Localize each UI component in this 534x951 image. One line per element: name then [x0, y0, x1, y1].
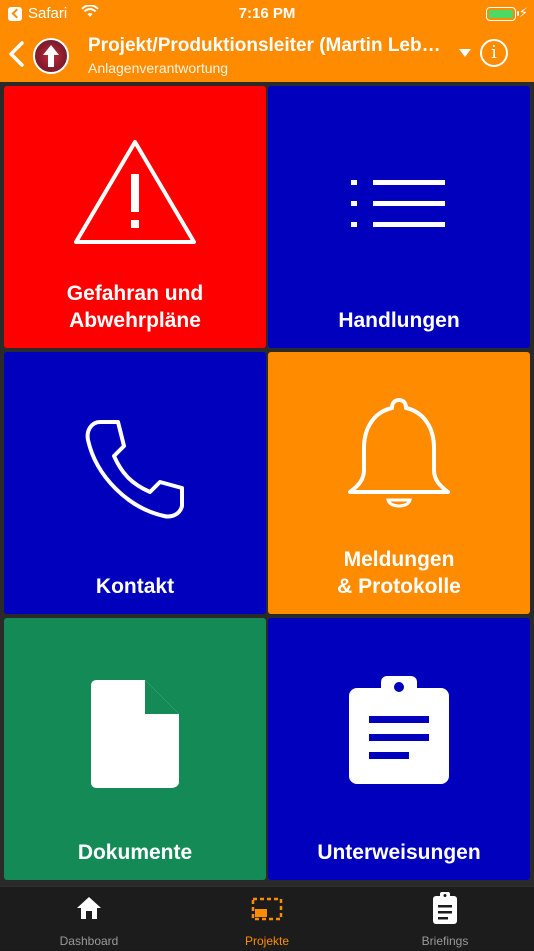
app-logo [33, 38, 69, 74]
tab-bar: Dashboard Projekte Briefings [0, 886, 534, 950]
tile-gefahren[interactable]: Gefahran und Abwehrpläne [4, 86, 266, 348]
status-bar: Safari 7:16 PM ⚡ [0, 0, 534, 28]
clipboard-icon [356, 892, 534, 925]
tile-label: Dokumente [77, 841, 193, 864]
chevron-left-icon [9, 41, 24, 67]
tile-label: Unterweisungen [317, 841, 481, 864]
home-icon [0, 895, 178, 925]
arrow-up-logo-icon [43, 45, 59, 67]
tile-label: Handlungen [338, 309, 460, 332]
tile-label: Kontakt [95, 575, 175, 598]
nav-bar: Projekt/Produktionsleiter (Martin Leb… A… [0, 28, 534, 82]
tab-label: Projekte [244, 934, 290, 948]
clipboard-icon [268, 618, 530, 818]
bell-icon [268, 352, 530, 552]
caret-down-icon [459, 49, 471, 57]
tile-kontakt[interactable]: Kontakt [4, 352, 266, 614]
battery-icon [486, 7, 519, 21]
info-button[interactable]: i [480, 39, 508, 67]
tile-label: Meldungen & Protokolle [337, 548, 461, 598]
back-button[interactable] [6, 38, 28, 70]
tab-projekte[interactable]: Projekte [178, 887, 356, 951]
menu-grid: Gefahran und Abwehrpläne Handlungen Kont… [0, 82, 534, 886]
phone-icon [4, 352, 266, 552]
projects-icon [178, 895, 356, 925]
page-subtitle: Anlagenverantwortung [88, 60, 229, 76]
tile-label: Gefahran und Abwehrpläne [66, 282, 204, 332]
page-title[interactable]: Projekt/Produktionsleiter (Martin Leb… [88, 35, 468, 57]
tile-handlungen[interactable]: Handlungen [268, 86, 530, 348]
list-icon [268, 86, 530, 286]
tab-briefings[interactable]: Briefings [356, 887, 534, 951]
tab-label: Dashboard [59, 934, 119, 948]
document-icon [4, 618, 266, 818]
title-dropdown[interactable] [458, 45, 472, 63]
tile-meldungen[interactable]: Meldungen & Protokolle [268, 352, 530, 614]
tile-unterweisungen[interactable]: Unterweisungen [268, 618, 530, 880]
status-time: 7:16 PM [238, 5, 296, 22]
tab-dashboard[interactable]: Dashboard [0, 887, 178, 951]
tile-dokumente[interactable]: Dokumente [4, 618, 266, 880]
warning-icon [4, 86, 266, 286]
tab-label: Briefings [421, 934, 469, 948]
charging-icon: ⚡ [518, 5, 528, 20]
